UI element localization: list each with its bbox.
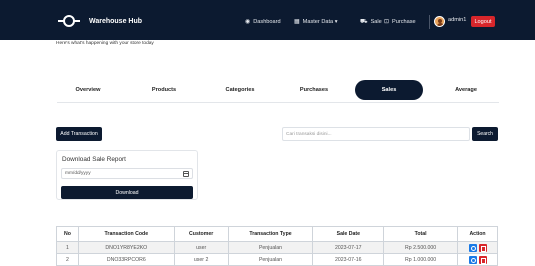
table-row: 1 DNO1YR8YE2KO user Penjualan 2023-07-17… <box>56 241 498 254</box>
brand-name: Warehouse Hub <box>89 17 143 25</box>
nav-divider <box>429 15 430 29</box>
edit-icon[interactable] <box>468 255 477 264</box>
cell-transaction-type: Penjualan <box>227 241 314 254</box>
cell-transaction-code: DNO33RPCOR6 <box>77 253 175 266</box>
table-header-row: No Transaction Code Customer Transaction… <box>56 226 498 242</box>
cell-action <box>457 241 498 254</box>
nav-dashboard[interactable]: ◉ Dashboard <box>245 17 281 27</box>
tab-products[interactable]: Products <box>139 80 189 100</box>
nav-master-data[interactable]: ▦ Master Data ▾ <box>294 17 338 27</box>
header-sale-date: Sale Date <box>312 226 385 242</box>
cell-customer: user 2 <box>173 253 229 266</box>
top-navbar: Warehouse Hub ◉ Dashboard ▦ Master Data … <box>0 0 535 40</box>
date-input[interactable]: mm/dd/yyyy <box>61 168 193 179</box>
cell-transaction-code: DNO1YR8YE2KO <box>77 241 175 254</box>
nav-purchase[interactable]: ⊡ Purchase <box>384 17 416 27</box>
tab-bar: Overview Products Categories Purchases S… <box>57 80 499 103</box>
cell-customer: user <box>173 241 229 254</box>
delete-icon[interactable] <box>478 243 487 252</box>
search-input[interactable]: Cari transaksi disini... <box>282 127 470 141</box>
grid-icon: ▦ <box>294 19 300 25</box>
cell-no: 2 <box>56 253 79 266</box>
dashboard-icon: ◉ <box>245 19 251 25</box>
delete-icon[interactable] <box>478 255 487 264</box>
download-button[interactable]: Download <box>61 186 193 199</box>
cart-icon: ⛟ <box>360 19 368 25</box>
tab-overview[interactable]: Overview <box>63 80 113 100</box>
cell-sale-date: 2023-07-16 <box>312 253 385 266</box>
cell-action <box>457 253 498 266</box>
greeting-text: Here's what's happening with your store … <box>56 41 154 46</box>
header-no: No <box>56 226 79 242</box>
search-button[interactable]: Search <box>472 127 498 141</box>
username: admin1 <box>448 17 467 23</box>
tab-categories[interactable]: Categories <box>215 80 265 100</box>
header-transaction-type: Transaction Type <box>227 226 314 242</box>
calendar-icon[interactable] <box>183 171 189 177</box>
table-row: 2 DNO33RPCOR6 user 2 Penjualan 2023-07-1… <box>56 253 498 266</box>
header-total: Total <box>383 226 459 242</box>
avatar[interactable] <box>434 16 445 27</box>
tab-average[interactable]: Average <box>441 80 491 100</box>
cell-no: 1 <box>56 241 79 254</box>
transactions-table: No Transaction Code Customer Transaction… <box>56 226 498 266</box>
header-action: Action <box>457 226 498 242</box>
cell-total: Rp 1.000.000 <box>383 253 459 266</box>
header-customer: Customer <box>173 226 229 242</box>
tab-sales[interactable]: Sales <box>355 80 423 100</box>
logout-button[interactable]: Logout <box>471 16 495 27</box>
cell-total: Rp 2.500.000 <box>383 241 459 254</box>
brand[interactable]: Warehouse Hub <box>58 14 142 28</box>
tab-purchases[interactable]: Purchases <box>289 80 339 100</box>
cell-transaction-type: Penjualan <box>227 253 314 266</box>
edit-icon[interactable] <box>468 243 477 252</box>
date-placeholder: mm/dd/yyyy <box>65 171 91 176</box>
download-report-card: Download Sale Report mm/dd/yyyy Download <box>56 150 198 200</box>
header-transaction-code: Transaction Code <box>77 226 175 242</box>
logo-icon <box>58 14 80 28</box>
download-report-title: Download Sale Report <box>62 156 126 163</box>
bag-icon: ⊡ <box>384 19 390 25</box>
cell-sale-date: 2023-07-17 <box>312 241 385 254</box>
nav-sale[interactable]: ⛟ Sale <box>360 17 382 27</box>
add-transaction-button[interactable]: Add Transaction <box>56 127 102 141</box>
